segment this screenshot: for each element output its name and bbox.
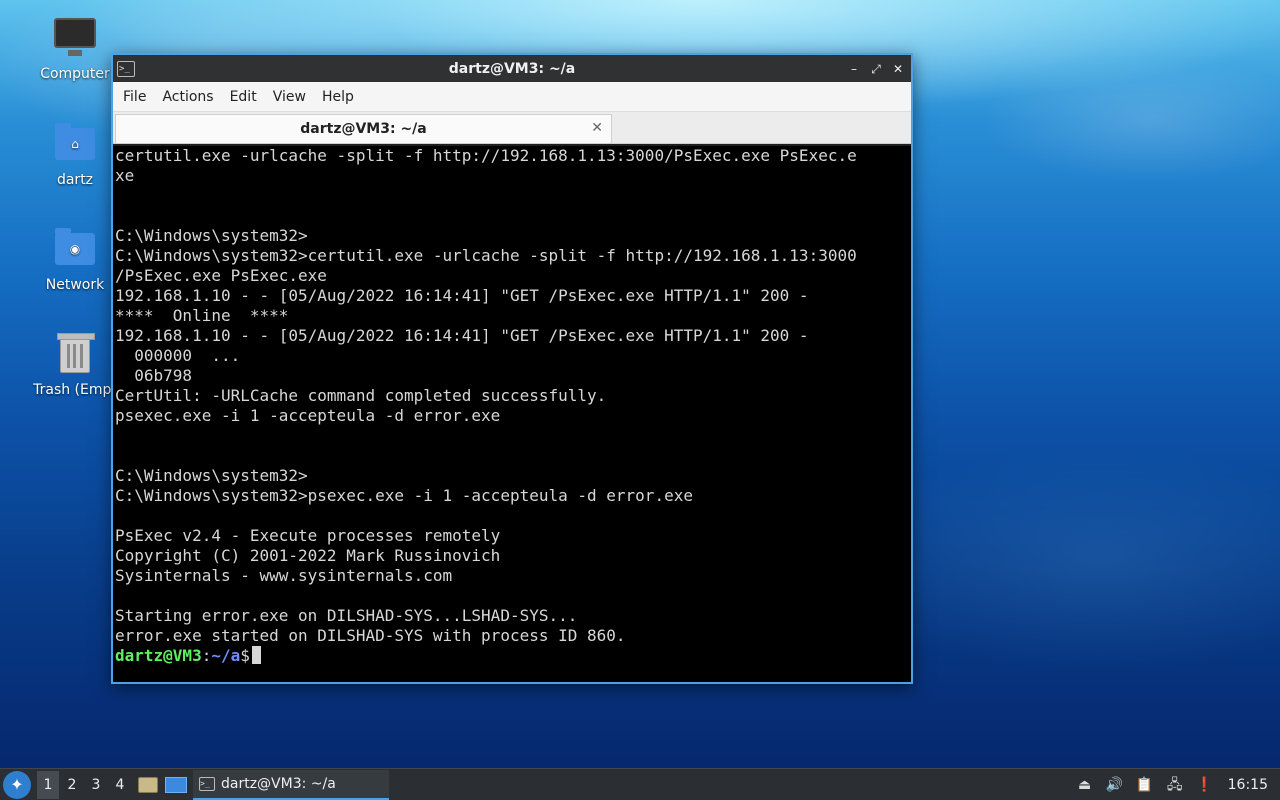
desktop-icon-computer[interactable]: Computer bbox=[25, 16, 125, 82]
desktop-icon-label: Trash (Empt bbox=[33, 382, 117, 398]
desktop-icon-network[interactable]: ◉ Network bbox=[25, 227, 125, 293]
terminal-line: certutil.exe -urlcache -split -f http://… bbox=[115, 146, 857, 165]
workspace-1[interactable]: 1 bbox=[37, 770, 59, 799]
menu-file[interactable]: File bbox=[117, 89, 156, 105]
terminal-line: C:\Windows\system32> bbox=[115, 466, 308, 485]
menu-help[interactable]: Help bbox=[316, 89, 364, 105]
terminal-line: CertUtil: -URLCache command completed su… bbox=[115, 386, 607, 405]
terminal-window: >_ dartz@VM3: ~/a – ⤢ ✕ File Actions Edi… bbox=[111, 53, 913, 684]
tab-close-icon[interactable]: ✕ bbox=[591, 120, 603, 136]
taskbar-terminal-item[interactable]: >_ dartz@VM3: ~/a bbox=[193, 769, 389, 800]
terminal-line: 192.168.1.10 - - [05/Aug/2022 16:14:41] … bbox=[115, 326, 809, 345]
clock[interactable]: 16:15 bbox=[1228, 777, 1268, 793]
home-folder-icon: ⌂ bbox=[53, 122, 97, 166]
workspace-4[interactable]: 4 bbox=[109, 771, 131, 799]
menu-actions[interactable]: Actions bbox=[156, 89, 223, 105]
terminal-line: error.exe started on DILSHAD-SYS with pr… bbox=[115, 626, 626, 645]
window-titlebar[interactable]: >_ dartz@VM3: ~/a – ⤢ ✕ bbox=[113, 55, 911, 82]
terminal-prompt-line: dartz@VM3:~/a$ bbox=[115, 646, 911, 666]
terminal-line: xe bbox=[115, 166, 135, 185]
file-manager-icon[interactable] bbox=[137, 774, 159, 796]
notification-icon[interactable]: ❗ bbox=[1194, 774, 1216, 796]
terminal-line: **** Online **** bbox=[115, 306, 289, 325]
window-controls: – ⤢ ✕ bbox=[845, 60, 907, 78]
terminal-line: PsExec v2.4 - Execute processes remotely bbox=[115, 526, 501, 545]
trash-icon bbox=[53, 332, 97, 376]
terminal-line: psexec.exe -i 1 -accepteula -d error.exe bbox=[115, 406, 501, 425]
computer-icon bbox=[53, 16, 97, 60]
terminal-line: C:\Windows\system32>certutil.exe -urlcac… bbox=[115, 246, 857, 265]
menu-view[interactable]: View bbox=[267, 89, 316, 105]
clipboard-icon[interactable]: 📋 bbox=[1134, 774, 1156, 796]
terminal-line: Starting error.exe on DILSHAD-SYS...LSHA… bbox=[115, 606, 578, 625]
maximize-button[interactable]: ⤢ bbox=[867, 60, 885, 78]
terminal-line: 06b798 bbox=[115, 366, 193, 385]
terminal-line: C:\Windows\system32>psexec.exe -i 1 -acc… bbox=[115, 486, 693, 505]
system-tray: ⏏ 🔊 📋 🖧 ❗ 16:15 bbox=[1066, 769, 1280, 800]
tab-label: dartz@VM3: ~/a bbox=[300, 121, 427, 137]
desktop-icon-trash[interactable]: Trash (Empt bbox=[25, 332, 125, 398]
tab-bar: dartz@VM3: ~/a ✕ bbox=[113, 112, 911, 144]
terminal-line: Sysinternals - www.sysinternals.com bbox=[115, 566, 453, 585]
window-title: dartz@VM3: ~/a bbox=[448, 60, 576, 77]
prompt-user: dartz@VM3 bbox=[115, 646, 202, 665]
workspace-2[interactable]: 2 bbox=[61, 771, 83, 799]
volume-icon[interactable]: 🔊 bbox=[1104, 774, 1126, 796]
close-button[interactable]: ✕ bbox=[889, 60, 907, 78]
tab-terminal[interactable]: dartz@VM3: ~/a ✕ bbox=[115, 114, 612, 143]
tray-eject-icon[interactable]: ⏏ bbox=[1074, 774, 1096, 796]
workspace-3[interactable]: 3 bbox=[85, 771, 107, 799]
desktop-icon-label: Computer bbox=[40, 66, 110, 82]
prompt-path: ~/a bbox=[211, 646, 241, 665]
minimize-button[interactable]: – bbox=[845, 60, 863, 78]
desktop-icon-label: dartz bbox=[56, 172, 94, 188]
desktop-icon-label: Network bbox=[45, 277, 105, 293]
terminal-line: C:\Windows\system32> bbox=[115, 226, 308, 245]
show-desktop-icon[interactable] bbox=[165, 774, 187, 796]
menu-bar: File Actions Edit View Help bbox=[113, 82, 911, 112]
terminal-output[interactable]: certutil.exe -urlcache -split -f http://… bbox=[113, 146, 911, 682]
network-folder-icon: ◉ bbox=[53, 227, 97, 271]
desktop-icon-home[interactable]: ⌂ dartz bbox=[25, 122, 125, 188]
taskbar: ✦ 1 2 3 4 >_ dartz@VM3: ~/a ⏏ 🔊 📋 🖧 ❗ 16… bbox=[0, 768, 1280, 800]
prompt-symbol: $ bbox=[240, 646, 250, 665]
terminal-cursor bbox=[251, 646, 261, 664]
terminal-line: Copyright (C) 2001-2022 Mark Russinovich bbox=[115, 546, 501, 565]
terminal-line: /PsExec.exe PsExec.exe bbox=[115, 266, 327, 285]
terminal-icon: >_ bbox=[199, 776, 215, 791]
prompt-separator: : bbox=[201, 646, 212, 665]
terminal-line: 192.168.1.10 - - [05/Aug/2022 16:14:41] … bbox=[115, 286, 809, 305]
network-status-icon[interactable]: 🖧 bbox=[1164, 774, 1186, 796]
menu-edit[interactable]: Edit bbox=[224, 89, 267, 105]
terminal-app-icon[interactable]: >_ bbox=[117, 60, 135, 77]
taskbar-item-label: dartz@VM3: ~/a bbox=[221, 775, 336, 792]
app-menu-button[interactable]: ✦ bbox=[3, 770, 31, 799]
terminal-line: 000000 ... bbox=[115, 346, 241, 365]
